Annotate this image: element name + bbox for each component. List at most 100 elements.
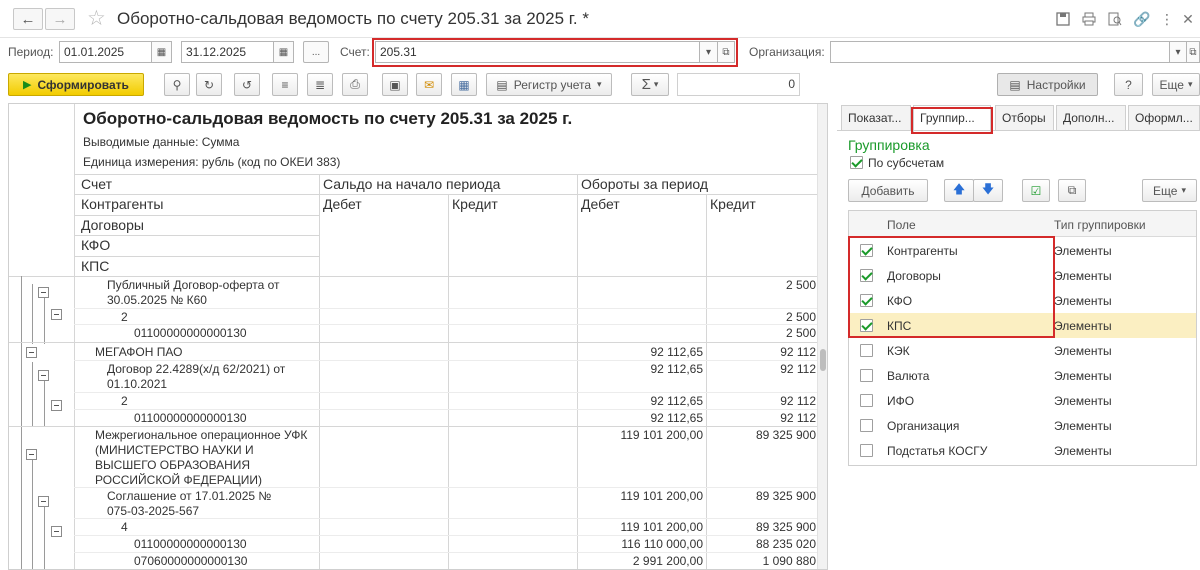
row-name: 01100000000000130 — [134, 411, 247, 425]
grouping-row[interactable]: Контрагенты Элементы — [849, 238, 1196, 263]
collapse-toggle[interactable] — [38, 496, 49, 507]
find-prev-button[interactable]: ↺ — [234, 73, 260, 96]
grouping-row[interactable]: Организация Элементы — [849, 413, 1196, 438]
scrollbar-thumb[interactable] — [820, 349, 826, 371]
collapse-toggle[interactable] — [38, 370, 49, 381]
chevron-down-icon: ▾ — [597, 79, 602, 89]
print-button[interactable]: ⎙ — [342, 73, 368, 96]
register-label: Регистр учета — [513, 77, 592, 92]
help-button[interactable]: ? — [1114, 73, 1143, 96]
link-icon[interactable]: 🔗 — [1133, 11, 1150, 27]
check-all-button[interactable]: ☑ — [1022, 179, 1050, 202]
close-icon[interactable]: ✕ — [1180, 11, 1196, 27]
header-debit-turnover: Дебет — [581, 196, 620, 212]
checkbox[interactable] — [860, 269, 873, 282]
calendar-from-button[interactable]: ▦ — [152, 41, 172, 63]
collapse-toggle[interactable] — [51, 309, 62, 320]
checkbox[interactable] — [860, 244, 873, 257]
grouping-type: Элементы — [1054, 294, 1112, 308]
panel-more-button[interactable]: Еще ▾ — [1142, 179, 1197, 202]
tab-filters[interactable]: Отборы — [995, 105, 1054, 130]
menu-more-icon[interactable]: ⋮ — [1159, 11, 1175, 27]
grouping-row[interactable]: КЭК Элементы — [849, 338, 1196, 363]
grouping-type: Элементы — [1054, 244, 1112, 258]
tab-formatting[interactable]: Оформл... — [1128, 105, 1200, 130]
row-name: 2 — [121, 310, 128, 324]
grouping-type: Элементы — [1054, 419, 1112, 433]
row-name: 4 — [121, 520, 128, 534]
checkbox[interactable] — [860, 319, 873, 332]
print-icon[interactable] — [1081, 11, 1097, 27]
checkbox[interactable] — [860, 444, 873, 457]
collapse-toggle[interactable] — [38, 287, 49, 298]
tab-grouping[interactable]: Группир... — [913, 105, 991, 132]
organization-open-button[interactable]: ⧉ — [1187, 41, 1200, 63]
calendar-to-button[interactable]: ▦ — [274, 41, 294, 63]
checkbox[interactable] — [860, 369, 873, 382]
forward-button[interactable]: → — [45, 8, 75, 30]
tab-additional[interactable]: Дополн... — [1056, 105, 1126, 130]
generate-button[interactable]: ▶ Сформировать — [8, 73, 144, 96]
move-down-button[interactable]: 🡇 — [973, 179, 1003, 202]
grouping-table[interactable]: Поле Тип группировки Контрагенты Элемент… — [848, 210, 1197, 466]
collapse-toggle[interactable] — [26, 449, 37, 460]
more-label: Еще — [1159, 77, 1184, 92]
register-button[interactable]: ▤ Регистр учета ▾ — [486, 73, 612, 96]
grouping-field: КФО — [887, 294, 913, 308]
copy-button[interactable]: ⧉ — [1058, 179, 1086, 202]
expand-button[interactable]: ≡ — [272, 73, 298, 96]
grouping-row[interactable]: Договоры Элементы — [849, 263, 1196, 288]
period-select-button[interactable]: ... — [303, 41, 329, 63]
sum-button[interactable]: Σ ▾ — [631, 73, 669, 96]
grouping-row[interactable]: КФО Элементы — [849, 288, 1196, 313]
collapse-button[interactable]: ≣ — [307, 73, 333, 96]
settings-icon: ▤ — [1009, 77, 1021, 92]
report-area[interactable]: Оборотно-сальдовая ведомость по счету 20… — [8, 103, 828, 570]
organization-dropdown-button[interactable]: ▾ — [1170, 41, 1187, 63]
chevron-down-icon: ▾ — [705, 46, 712, 58]
period-to-input[interactable]: 31.12.2025 — [181, 41, 274, 63]
row-credit: 88 235 020 — [755, 537, 816, 551]
grouping-row[interactable]: Валюта Элементы — [849, 363, 1196, 388]
arrow-left-icon: ← — [20, 10, 36, 28]
organization-input[interactable] — [830, 41, 1170, 63]
by-subaccounts-label: По субсчетам — [868, 156, 945, 170]
collapse-toggle[interactable] — [26, 347, 37, 358]
favorite-star-icon[interactable]: ☆ — [87, 6, 106, 31]
report-scrollbar[interactable] — [817, 104, 827, 569]
save-icon[interactable] — [1055, 11, 1071, 27]
settings-button[interactable]: ▤ Настройки — [997, 73, 1098, 96]
period-from-input[interactable]: 01.01.2025 — [59, 41, 152, 63]
grouping-field: Организация — [887, 419, 960, 433]
more-button[interactable]: Еще ▾ — [1152, 73, 1200, 96]
grouping-row-selected[interactable]: КПС Элементы — [849, 313, 1196, 338]
list-icon: ≡ — [281, 77, 289, 92]
preview-button[interactable]: ▣ — [382, 73, 408, 96]
find-button[interactable]: ⚲ — [164, 73, 190, 96]
tab-indicators[interactable]: Показат... — [841, 105, 911, 130]
preview-icon[interactable] — [1107, 11, 1123, 27]
find-next-button[interactable]: ↻ — [196, 73, 222, 96]
account-open-button[interactable]: ⧉ — [718, 41, 735, 63]
envelope-icon: ✉ — [423, 77, 435, 92]
grouping-type: Элементы — [1054, 319, 1112, 333]
grouping-field: Контрагенты — [887, 244, 958, 258]
checkbox[interactable] — [860, 344, 873, 357]
grouping-row[interactable]: Подстатья КОСГУ Элементы — [849, 438, 1196, 463]
collapse-toggle[interactable] — [51, 400, 62, 411]
checkbox[interactable] — [860, 394, 873, 407]
collapse-toggle[interactable] — [51, 526, 62, 537]
checkbox[interactable] — [860, 294, 873, 307]
add-button[interactable]: Добавить — [848, 179, 928, 202]
grouping-row[interactable]: ИФО Элементы — [849, 388, 1196, 413]
checkbox[interactable] — [860, 419, 873, 432]
back-button[interactable]: ← — [13, 8, 43, 30]
checkbox[interactable] — [850, 156, 863, 169]
account-dropdown-button[interactable]: ▾ — [700, 41, 718, 63]
row-credit: 2 500 — [785, 310, 816, 324]
row-debit: 92 112,65 — [650, 394, 704, 408]
account-input[interactable]: 205.31 — [375, 41, 700, 63]
save-report-button[interactable]: ▦ — [451, 73, 477, 96]
email-button[interactable]: ✉ — [416, 73, 442, 96]
move-up-button[interactable]: 🡅 — [944, 179, 974, 202]
